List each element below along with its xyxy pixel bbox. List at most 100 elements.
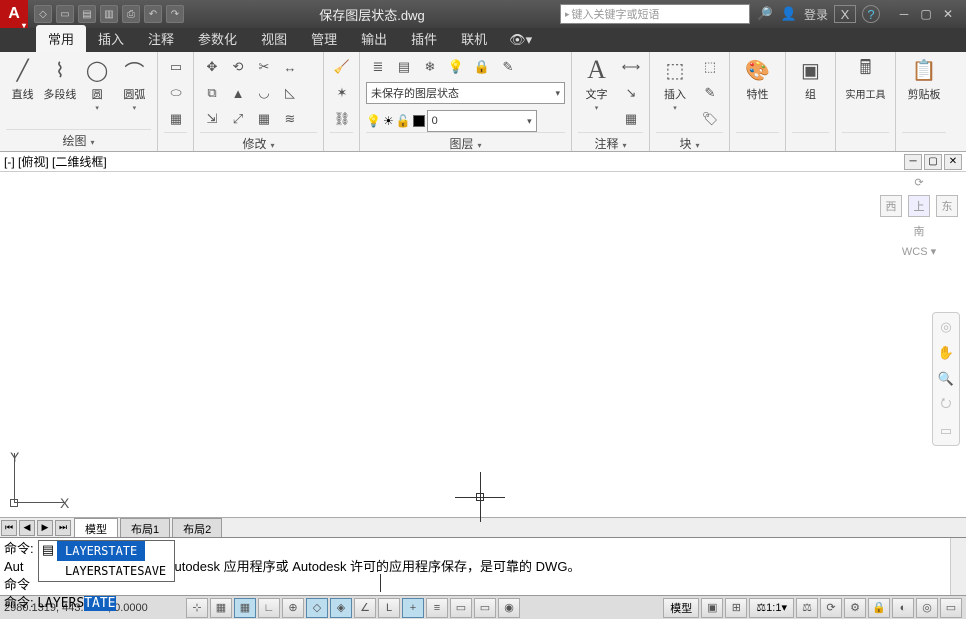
properties-button[interactable]: 🎨特性 <box>736 56 779 102</box>
tab-annotate[interactable]: 注释 <box>136 25 186 52</box>
fillet-icon[interactable]: ◡ <box>252 82 276 104</box>
clipboard-button[interactable]: 📋剪贴板 <box>902 56 946 102</box>
extend-icon[interactable]: ↔ <box>278 56 302 78</box>
app-menu-button[interactable]: A <box>0 0 28 28</box>
wcs-label[interactable]: WCS ▾ <box>902 245 936 258</box>
login-label[interactable]: 登录 <box>804 6 828 23</box>
steering-wheel-icon[interactable]: ◎ <box>936 317 956 337</box>
layer-prop-icon[interactable]: ≣ <box>366 56 390 78</box>
create-block-icon[interactable]: ⬚ <box>698 56 722 78</box>
help-icon[interactable]: ? <box>862 5 880 23</box>
polyline-button[interactable]: ⌇多段线 <box>43 56 76 102</box>
dim-icon[interactable]: ⟷ <box>619 56 643 78</box>
cmd-input-line[interactable]: 命令: LAYERSTATE <box>4 594 962 613</box>
tab-view[interactable]: 视图 <box>249 25 299 52</box>
exchange-icon[interactable]: X <box>834 5 856 23</box>
stretch-icon[interactable]: ⇲ <box>200 108 224 130</box>
arc-button[interactable]: ⌒圆弧 <box>118 56 151 112</box>
tab-express-icon[interactable]: 👁▾ <box>499 28 542 52</box>
tab-manage[interactable]: 管理 <box>299 25 349 52</box>
showmotion-icon[interactable]: ▭ <box>936 421 956 441</box>
command-window[interactable]: 命令: Aut 件上次由 Autodesk 应用程序或 Autodesk 许可的… <box>0 537 966 595</box>
layout-tab-2[interactable]: 布局2 <box>172 518 222 539</box>
insert-button[interactable]: ⬚插入 <box>656 56 694 112</box>
vc-top[interactable]: 上 <box>908 195 930 217</box>
tab-output[interactable]: 输出 <box>349 25 399 52</box>
layout-next-button[interactable]: ▶ <box>37 520 53 536</box>
ac-item-0[interactable]: LAYERSTATE <box>57 541 145 561</box>
tab-online[interactable]: 联机 <box>449 25 499 52</box>
array-icon[interactable]: ▦ <box>252 108 276 130</box>
qat-open-icon[interactable]: ▭ <box>56 5 74 23</box>
layer-lock-icon[interactable]: 🔒 <box>470 56 494 78</box>
layout-tab-model[interactable]: 模型 <box>74 518 118 539</box>
layer-match-icon[interactable]: ✎ <box>496 56 520 78</box>
trim-icon[interactable]: ✂ <box>252 56 276 78</box>
qat-save-icon[interactable]: ▤ <box>78 5 96 23</box>
text-button[interactable]: A文字 <box>578 56 615 112</box>
binocular-icon[interactable]: 🔎 <box>756 5 774 23</box>
copy-icon[interactable]: ⧉ <box>200 82 224 104</box>
edit-block-icon[interactable]: ✎ <box>698 82 722 104</box>
user-icon[interactable]: 👤 <box>780 5 798 23</box>
layer-iso-icon[interactable]: ▤ <box>392 56 416 78</box>
panel-block-label[interactable]: 块 <box>656 132 723 154</box>
qat-saveas-icon[interactable]: ▥ <box>100 5 118 23</box>
offset-icon[interactable]: ≋ <box>278 108 302 130</box>
attr-icon[interactable]: 🏷 <box>698 108 722 130</box>
maximize-button[interactable]: ▢ <box>916 6 936 22</box>
table-icon[interactable]: ▦ <box>619 108 643 130</box>
tab-param[interactable]: 参数化 <box>186 25 249 52</box>
vc-west[interactable]: 西 <box>880 195 902 217</box>
vc-east[interactable]: 东 <box>936 195 958 217</box>
layout-last-button[interactable]: ⏭ <box>55 520 71 536</box>
scale-icon[interactable]: ⤢ <box>226 108 250 130</box>
line-button[interactable]: ╱直线 <box>6 56 39 102</box>
qat-undo-icon[interactable]: ↶ <box>144 5 162 23</box>
hatch-icon[interactable]: ▦ <box>164 108 188 130</box>
move-icon[interactable]: ✥ <box>200 56 224 78</box>
ac-item-1[interactable]: LAYERSTATESAVE <box>57 561 174 581</box>
vc-south[interactable]: 南 <box>914 223 925 239</box>
doc-max-button[interactable]: ▢ <box>924 154 942 170</box>
ellipse-icon[interactable]: ⬭ <box>164 82 188 104</box>
zoom-icon[interactable]: 🔍 <box>936 369 956 389</box>
tab-insert[interactable]: 插入 <box>86 25 136 52</box>
erase-icon[interactable]: 🧹 <box>330 56 354 78</box>
circle-button[interactable]: ◯圆 <box>81 56 114 112</box>
layout-first-button[interactable]: ⏮ <box>1 520 17 536</box>
qat-redo-icon[interactable]: ↷ <box>166 5 184 23</box>
minimize-button[interactable]: ─ <box>894 6 914 22</box>
orbit-icon[interactable]: ⭮ <box>936 395 956 415</box>
drawing-canvas[interactable]: ⟳ 西 上 东 南 WCS ▾ ◎ ✋ 🔍 ⭮ ▭ YX <box>0 172 966 517</box>
layer-off-icon[interactable]: 💡 <box>444 56 468 78</box>
mirror-icon[interactable]: ▲ <box>226 82 250 104</box>
tab-plugin[interactable]: 插件 <box>399 25 449 52</box>
layer-combo[interactable]: 0 <box>427 110 537 132</box>
layout-tab-1[interactable]: 布局1 <box>120 518 170 539</box>
join-icon[interactable]: ⛓ <box>330 108 354 130</box>
qat-print-icon[interactable]: ⎙ <box>122 5 140 23</box>
panel-draw-label[interactable]: 绘图 <box>6 129 151 151</box>
close-button[interactable]: ✕ <box>938 6 958 22</box>
explode-icon[interactable]: ✶ <box>330 82 354 104</box>
panel-layer-label[interactable]: 图层 <box>366 132 565 154</box>
viewport-label[interactable]: [-] [俯视] [二维线框] <box>4 153 107 170</box>
panel-annot-label[interactable]: 注释 <box>578 132 643 154</box>
layer-state-combo[interactable]: 未保存的图层状态 <box>366 82 565 104</box>
tab-common[interactable]: 常用 <box>36 25 86 52</box>
group-button[interactable]: ▣组 <box>792 56 829 102</box>
viewcube[interactable]: ⟳ 西 上 东 南 WCS ▾ <box>880 176 958 258</box>
chamfer-icon[interactable]: ◺ <box>278 82 302 104</box>
rect-icon[interactable]: ▭ <box>164 56 188 78</box>
doc-close-button[interactable]: ✕ <box>944 154 962 170</box>
help-search-input[interactable]: 键入关键字或短语 <box>560 4 750 24</box>
panel-modify-label[interactable]: 修改 <box>200 132 317 154</box>
qat-new-icon[interactable]: ◇ <box>34 5 52 23</box>
rotate-icon[interactable]: ⟲ <box>226 56 250 78</box>
leader-icon[interactable]: ↘ <box>619 82 643 104</box>
cmd-scrollbar[interactable] <box>950 538 966 595</box>
utilities-button[interactable]: 🖩实用工具 <box>842 56 889 101</box>
pan-icon[interactable]: ✋ <box>936 343 956 363</box>
doc-min-button[interactable]: ─ <box>904 154 922 170</box>
